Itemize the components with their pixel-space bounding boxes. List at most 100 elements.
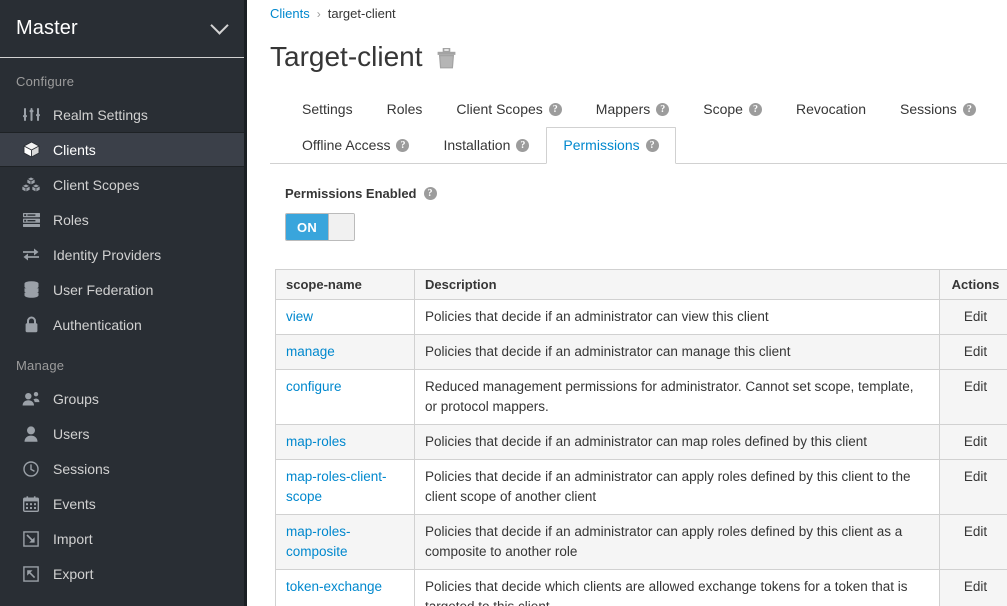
sidebar-item-roles[interactable]: Roles bbox=[0, 202, 244, 237]
sidebar-item-events[interactable]: Events bbox=[0, 486, 244, 521]
tab-permissions[interactable]: Permissions? bbox=[546, 127, 676, 164]
table-row: map-roles-composite Policies that decide … bbox=[275, 514, 1007, 570]
sidebar-item-label: Export bbox=[53, 565, 94, 582]
help-icon[interactable]: ? bbox=[645, 138, 659, 152]
import-icon bbox=[22, 530, 40, 548]
tab-mappers[interactable]: Mappers? bbox=[579, 91, 686, 128]
user-icon bbox=[22, 425, 40, 443]
tab-client-scopes[interactable]: Client Scopes? bbox=[439, 91, 578, 128]
sliders-icon bbox=[22, 106, 40, 124]
clock-icon bbox=[22, 460, 40, 478]
cell-description: Policies that decide if an administrator… bbox=[414, 334, 940, 370]
keycloak-admin-console: Master Configure Realm Settings Clients Cli… bbox=[0, 0, 1007, 606]
tab-label: Revocation bbox=[795, 101, 866, 117]
sidebar-item-authentication[interactable]: Authentication bbox=[0, 307, 244, 342]
sidebar-item-realm-settings[interactable]: Realm Settings bbox=[0, 97, 244, 132]
tab-revocation[interactable]: Revocation bbox=[779, 91, 883, 128]
tab-label: Mappers bbox=[595, 101, 651, 117]
table-row: map-roles-client-scope Policies that deci… bbox=[275, 459, 1007, 515]
main-content: Clients › target-client Target-client Sett… bbox=[247, 0, 1007, 606]
table-row: map-roles Policies that decide if an admi… bbox=[275, 424, 1007, 460]
export-icon bbox=[22, 565, 40, 583]
edit-button[interactable]: Edit bbox=[939, 369, 1007, 425]
help-icon[interactable]: ? bbox=[548, 102, 562, 116]
sidebar-item-label: Client Scopes bbox=[53, 176, 140, 193]
scope-link[interactable]: manage bbox=[286, 344, 335, 359]
tab-label: Settings bbox=[302, 101, 353, 117]
sidebar-item-label: Events bbox=[53, 495, 96, 512]
sidebar-item-label: Authentication bbox=[53, 316, 142, 333]
col-header-description: Description bbox=[414, 269, 940, 300]
help-icon[interactable]: ? bbox=[516, 138, 530, 152]
scope-link[interactable]: configure bbox=[286, 379, 342, 394]
sidebar-item-label: User Federation bbox=[53, 281, 154, 298]
edit-button[interactable]: Edit bbox=[939, 569, 1007, 606]
tab-installation[interactable]: Installation? bbox=[426, 127, 546, 164]
chevron-down-icon[interactable] bbox=[210, 16, 229, 35]
help-icon[interactable]: ? bbox=[396, 138, 410, 152]
tab-label: Scope bbox=[703, 101, 743, 117]
cell-scope-name: configure bbox=[275, 369, 415, 425]
permissions-table: scope-name Description Actions view Polic… bbox=[275, 269, 1007, 606]
edit-button[interactable]: Edit bbox=[939, 424, 1007, 460]
help-icon[interactable]: ? bbox=[962, 102, 976, 116]
table-row: configure Reduced management permissions … bbox=[275, 369, 1007, 425]
cell-scope-name: view bbox=[275, 299, 415, 335]
breadcrumb: Clients › target-client bbox=[270, 0, 1007, 21]
sidebar-item-label: Import bbox=[53, 530, 93, 547]
breadcrumb-separator: › bbox=[316, 7, 321, 21]
sidebar-item-groups[interactable]: Groups bbox=[0, 381, 244, 416]
tab-label: Offline Access bbox=[302, 137, 391, 153]
scope-link[interactable]: map-roles-client-scope bbox=[286, 469, 387, 504]
edit-button[interactable]: Edit bbox=[939, 514, 1007, 570]
sidebar-nav: Configure Realm Settings Clients Client Sco… bbox=[0, 58, 244, 591]
sidebar-item-label: Groups bbox=[53, 390, 99, 407]
tab-label: Permissions bbox=[563, 137, 640, 153]
permissions-enabled-toggle[interactable]: ON bbox=[285, 213, 355, 241]
list-icon bbox=[22, 211, 40, 229]
edit-button[interactable]: Edit bbox=[939, 459, 1007, 515]
database-icon bbox=[22, 281, 40, 299]
toggle-knob[interactable] bbox=[328, 214, 354, 240]
tab-roles[interactable]: Roles bbox=[370, 91, 440, 128]
sidebar-item-client-scopes[interactable]: Client Scopes bbox=[0, 167, 244, 202]
sidebar-item-label: Sessions bbox=[53, 460, 110, 477]
permissions-enabled-form: Permissions Enabled ? ON bbox=[270, 164, 1007, 241]
help-icon[interactable]: ? bbox=[423, 187, 437, 200]
tab-label: Sessions bbox=[900, 101, 957, 117]
cell-scope-name: map-roles bbox=[275, 424, 415, 460]
scope-link[interactable]: map-roles bbox=[286, 434, 346, 449]
tab-scope[interactable]: Scope? bbox=[686, 91, 779, 128]
sidebar-item-import[interactable]: Import bbox=[0, 521, 244, 556]
trash-icon[interactable] bbox=[437, 48, 456, 69]
cell-description: Reduced management permissions for admin… bbox=[414, 369, 940, 425]
sidebar-item-sessions[interactable]: Sessions bbox=[0, 451, 244, 486]
edit-button[interactable]: Edit bbox=[939, 299, 1007, 335]
help-icon[interactable]: ? bbox=[748, 102, 762, 116]
sidebar-item-export[interactable]: Export bbox=[0, 556, 244, 591]
tab-settings[interactable]: Settings bbox=[285, 91, 370, 128]
sidebar-item-identity-providers[interactable]: Identity Providers bbox=[0, 237, 244, 272]
sidebar-item-label: Clients bbox=[53, 141, 96, 158]
sidebar-item-label: Users bbox=[53, 425, 90, 442]
lock-icon bbox=[22, 316, 40, 334]
cell-description: Policies that decide if an administrator… bbox=[414, 424, 940, 460]
scope-link[interactable]: token-exchange bbox=[286, 579, 382, 594]
help-icon[interactable]: ? bbox=[656, 102, 670, 116]
toggle-on-label: ON bbox=[286, 214, 328, 240]
sidebar-item-clients[interactable]: Clients bbox=[0, 132, 244, 167]
exchange-icon bbox=[22, 246, 40, 264]
breadcrumb-clients-link[interactable]: Clients bbox=[270, 6, 310, 21]
scope-link[interactable]: map-roles-composite bbox=[286, 524, 351, 559]
tab-sessions[interactable]: Sessions? bbox=[883, 91, 993, 128]
sidebar-item-users[interactable]: Users bbox=[0, 416, 244, 451]
sidebar-item-user-federation[interactable]: User Federation bbox=[0, 272, 244, 307]
realm-selector[interactable]: Master bbox=[0, 0, 244, 58]
tab-offline-access[interactable]: Offline Access? bbox=[285, 127, 426, 164]
table-body: view Policies that decide if an administr… bbox=[275, 299, 1007, 606]
edit-button[interactable]: Edit bbox=[939, 334, 1007, 370]
cubes-icon bbox=[22, 176, 40, 194]
cell-description: Policies that decide if an administrator… bbox=[414, 459, 940, 515]
tab-bar: Settings Roles Client Scopes? Mappers? Scope… bbox=[270, 91, 1007, 164]
scope-link[interactable]: view bbox=[286, 309, 313, 324]
